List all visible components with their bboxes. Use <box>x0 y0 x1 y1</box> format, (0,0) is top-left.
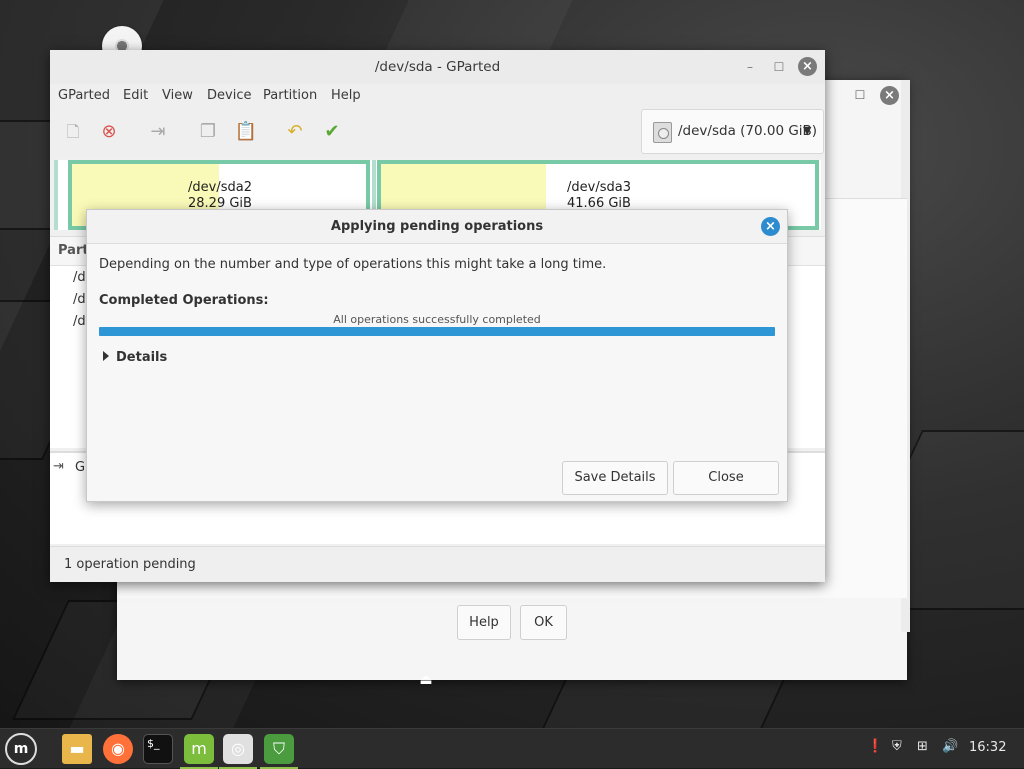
network-icon[interactable]: ⊞ <box>917 739 928 754</box>
close-icon[interactable]: × <box>798 57 817 76</box>
terminal-icon[interactable]: $_ <box>143 734 173 764</box>
ok-button[interactable]: OK <box>520 605 567 640</box>
details-label: Details <box>116 350 168 365</box>
menubar: GParted Edit View Device Partition Help <box>50 84 825 110</box>
apply-icon[interactable]: ✔ <box>320 120 344 144</box>
close-icon[interactable]: × <box>880 86 899 105</box>
dialog-description: Depending on the number and type of oper… <box>99 257 607 272</box>
window-title: /dev/sda - GParted <box>50 50 825 84</box>
menu-gparted[interactable]: GParted <box>58 88 110 103</box>
undo-icon[interactable]: ↶ <box>283 120 307 144</box>
security-shield-icon[interactable]: ⛨ <box>892 739 902 754</box>
volume-icon[interactable]: 🔊 <box>942 739 958 754</box>
dialog-body: Depending on the number and type of oper… <box>87 243 787 501</box>
close-icon[interactable]: × <box>761 217 780 236</box>
paste-icon[interactable]: 📋 <box>234 120 258 144</box>
software-manager-icon[interactable]: m <box>184 734 214 764</box>
clock[interactable]: 16:32 <box>969 740 1006 755</box>
menu-partition[interactable]: Partition <box>263 88 317 103</box>
taskbar: m ▬ ◉ $_ m ◎ ⛉ ❗ ⛨ ⊞ 🔊 16:32 <box>0 728 1024 769</box>
device-selector-label: /dev/sda (70.00 GiB) <box>678 123 818 139</box>
menu-device[interactable]: Device <box>207 88 251 103</box>
details-expander[interactable]: Details <box>103 350 167 365</box>
maximize-button[interactable]: ☐ <box>853 88 867 102</box>
shield-icon[interactable]: ⛉ <box>264 734 294 764</box>
progress-fill <box>99 327 775 336</box>
partition-name: /dev/sda2 <box>188 180 252 195</box>
help-button[interactable]: Help <box>457 605 511 640</box>
save-details-button[interactable]: Save Details <box>562 461 668 495</box>
menu-help[interactable]: Help <box>331 88 361 103</box>
status-bar: 1 operation pending <box>50 546 825 582</box>
list-item[interactable]: /d <box>73 314 86 329</box>
dialog-title: Applying pending operations <box>330 219 544 234</box>
applying-operations-dialog: Applying pending operations × Depending … <box>86 209 788 502</box>
files-icon[interactable]: ▬ <box>62 734 92 764</box>
expander-triangle-icon <box>103 351 109 361</box>
delete-icon[interactable]: ⊗ <box>97 120 121 144</box>
resize-move-icon[interactable]: ⇥ <box>146 120 170 144</box>
menu-view[interactable]: View <box>162 88 193 103</box>
close-button[interactable]: Close <box>673 461 779 495</box>
update-manager-icon[interactable]: ❗ <box>867 739 883 754</box>
firefox-icon[interactable]: ◉ <box>103 734 133 764</box>
menu-edit[interactable]: Edit <box>123 88 148 103</box>
device-selector[interactable]: /dev/sda (70.00 GiB) ▼ <box>641 109 824 154</box>
completed-operations-label: Completed Operations: <box>99 293 269 308</box>
new-partition-icon[interactable]: 🗋 <box>61 120 85 144</box>
minimize-button[interactable]: – <box>743 60 757 74</box>
status-text: 1 operation pending <box>64 557 196 572</box>
maximize-button[interactable]: ☐ <box>772 60 786 74</box>
copy-icon[interactable]: ❐ <box>196 120 220 144</box>
menu-icon[interactable]: m <box>5 733 37 765</box>
disk-icon <box>653 122 672 143</box>
progress-status-text: All operations successfully completed <box>333 313 541 326</box>
list-item[interactable]: /d <box>73 270 86 285</box>
partition-name: /dev/sda3 <box>567 180 631 195</box>
chromium-icon[interactable]: ◎ <box>223 734 253 764</box>
chevron-down-icon: ▼ <box>803 124 812 137</box>
mouse-cursor-icon: ⏏ <box>419 672 433 688</box>
list-item[interactable]: /d <box>73 292 86 307</box>
resize-move-icon: ⇥ <box>53 459 64 474</box>
partition-separator <box>54 160 58 230</box>
progress-bar <box>99 327 775 336</box>
